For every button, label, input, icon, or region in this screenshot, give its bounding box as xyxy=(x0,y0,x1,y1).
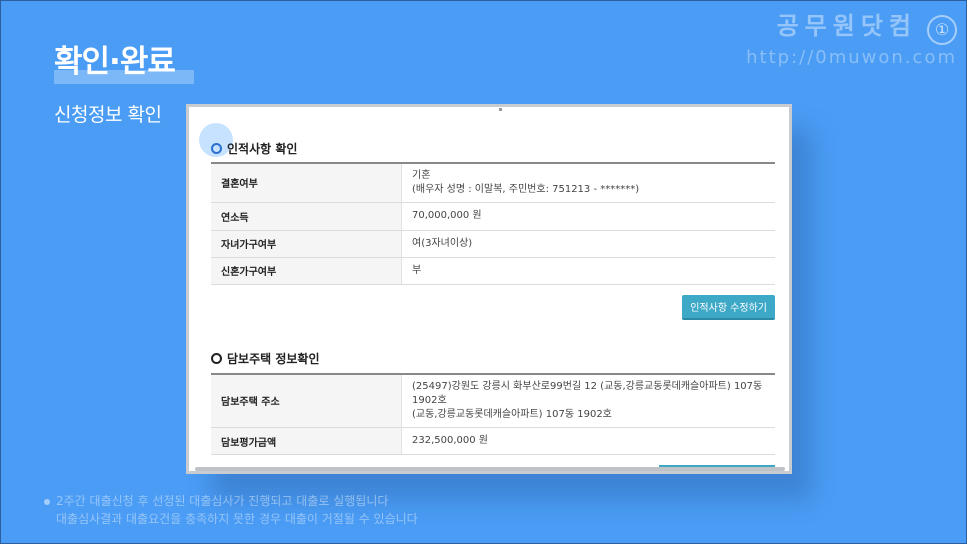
slide-subtitle: 신청정보 확인 xyxy=(54,104,162,126)
slide-title-block: 확인·완료 xyxy=(54,36,194,84)
slide-title: 확인·완료 xyxy=(54,44,176,80)
row-value: 기혼 (배우자 성명 : 이말복, 주민번호: 751213 - *******… xyxy=(401,163,775,203)
personal-info-heading-text: 인적사항 확인 xyxy=(227,141,298,156)
row-label: 신혼가구여부 xyxy=(211,257,402,285)
marriage-status: 기혼 xyxy=(412,169,431,181)
caption-bullet-icon xyxy=(44,499,50,505)
row-value: 부 xyxy=(401,257,775,285)
personal-info-section: 인적사항 확인 결혼여부 기혼 (배우자 성명 : 이말복, 주민번호: 751… xyxy=(199,123,775,320)
table-row: 신혼가구여부 부 xyxy=(211,257,775,285)
row-label: 자녀가구여부 xyxy=(211,230,402,258)
slide-caption: 2주간 대출신청 후 선정된 대출심사가 진행되고 대출로 실행됩니다 대출심사… xyxy=(44,492,418,528)
row-label: 연소득 xyxy=(211,202,402,231)
table-row: 연소득 70,000,000 원 xyxy=(211,202,775,231)
watermark: 공무원닷컴 ① http://0muwon.com xyxy=(746,6,957,68)
application-screenshot: 인적사항 확인 결혼여부 기혼 (배우자 성명 : 이말복, 주민번호: 751… xyxy=(186,104,792,474)
watermark-url: http://0muwon.com xyxy=(746,46,957,68)
caption-line-1: 2주간 대출신청 후 선정된 대출심사가 진행되고 대출로 실행됩니다 xyxy=(56,494,389,508)
collateral-info-section: 담보주택 정보확인 담보주택 주소 (25497)강원도 강릉시 화부산로99번… xyxy=(211,348,775,455)
row-value: 70,000,000 원 xyxy=(401,202,775,231)
row-value: 232,500,000 원 xyxy=(401,427,775,455)
table-row: 담보평가금액 232,500,000 원 xyxy=(211,427,775,455)
watermark-logo: 공무원닷컴 xyxy=(776,12,917,40)
edit-personal-info-button[interactable]: 인적사항 수정하기 xyxy=(682,294,775,320)
row-label: 결혼여부 xyxy=(211,163,402,203)
table-row: 결혼여부 기혼 (배우자 성명 : 이말복, 주민번호: 751213 - **… xyxy=(211,163,775,203)
address-line3: (교동,강릉교동롯데캐슬아파트) 107동 1902호 xyxy=(412,408,612,420)
address-line1: (25497)강원도 강릉시 화부산로99번길 12 (교동,강릉교동롯데캐슬아… xyxy=(412,380,763,392)
address-line2: 1902호 xyxy=(412,394,447,406)
personal-info-heading: 인적사항 확인 xyxy=(211,137,775,159)
collateral-info-heading: 담보주택 정보확인 xyxy=(211,348,775,370)
table-row: 담보주택 주소 (25497)강원도 강릉시 화부산로99번길 12 (교동,강… xyxy=(211,373,775,428)
collateral-info-heading-text: 담보주택 정보확인 xyxy=(227,352,320,366)
row-label: 담보평가금액 xyxy=(211,427,402,455)
row-value: 여(3자녀이상) xyxy=(401,230,775,258)
bullet-circle-icon xyxy=(211,353,222,364)
horizontal-scrollbar[interactable] xyxy=(195,467,785,471)
row-value: (25497)강원도 강릉시 화부산로99번길 12 (교동,강릉교동롯데캐슬아… xyxy=(401,373,775,428)
watermark-badge-icon: ① xyxy=(927,14,957,45)
spouse-info: (배우자 성명 : 이말복, 주민번호: 751213 - *******) xyxy=(412,183,640,195)
row-label: 담보주택 주소 xyxy=(211,373,402,428)
caption-line-2: 대출심사결과 대출요건을 충족하지 못한 경우 대출이 거절될 수 있습니다 xyxy=(56,512,418,526)
table-row: 자녀가구여부 여(3자녀이상) xyxy=(211,230,775,258)
bullet-circle-icon xyxy=(211,142,222,154)
personal-info-table: 결혼여부 기혼 (배우자 성명 : 이말복, 주민번호: 751213 - **… xyxy=(211,162,775,285)
screen-notch xyxy=(499,108,502,111)
collateral-info-table: 담보주택 주소 (25497)강원도 강릉시 화부산로99번길 12 (교동,강… xyxy=(211,372,775,455)
